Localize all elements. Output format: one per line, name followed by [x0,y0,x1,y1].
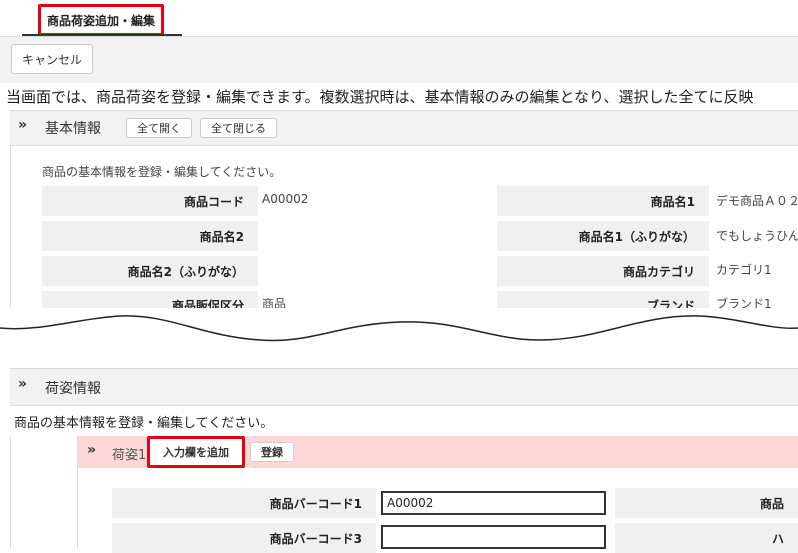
field-label-barcode1: 商品バーコード1 [112,488,376,518]
double-chevron-down-icon[interactable]: » [87,442,96,458]
register-label: 登録 [261,446,283,459]
field-label-product-name1-kana: 商品名1（ふりがな） [497,221,709,251]
field-label-product-name2-kana: 商品名2（ふりがな） [42,256,258,286]
field-label-product-category: 商品カテゴリ [497,256,709,286]
field-value-product-name1: デモ商品Ａ０２ [716,194,798,208]
add-input-label: 入力欄を追加 [163,446,229,459]
expand-all-button[interactable]: 全て開く [126,118,192,138]
barcode3-input[interactable] [381,525,606,549]
toolbar [0,36,798,83]
add-input-button[interactable]: 入力欄を追加 [147,436,245,468]
packing-left-column [10,436,78,549]
field-label-product-name2: 商品名2 [42,221,258,251]
collapse-all-button[interactable]: 全て閉じる [200,118,277,138]
packing1-title: 荷姿1 [112,448,147,463]
cancel-button[interactable]: キャンセル [11,44,93,74]
page-description: 当画面では、商品荷姿を登録・編集できます。複数選択時は、基本情報のみの編集となり… [6,88,754,106]
double-chevron-down-icon[interactable]: » [18,117,27,133]
packing-info-note: 商品の基本情報を登録・編集してください。 [14,416,274,431]
field-value-product-code: A00002 [262,192,309,206]
field-label-product-name1: 商品名1 [497,186,709,216]
barcode1-input[interactable]: A00002 [381,491,606,515]
basic-info-title: 基本情報 [45,121,101,137]
expand-all-label: 全て開く [137,122,181,135]
register-button[interactable]: 登録 [250,442,294,462]
collapse-all-label: 全て閉じる [211,122,266,135]
field-value-product-name1-kana: でもしょうひん [716,229,798,243]
tab-label: 商品荷姿追加・編集 [46,13,155,28]
section-break-wave [0,315,798,360]
field-label-product-code: 商品コード [42,186,258,216]
tab-packing-edit[interactable]: 商品荷姿追加・編集 [38,4,164,36]
packing-info-header [10,368,798,406]
double-chevron-down-icon[interactable]: » [18,376,27,392]
field-value-product-category: カテゴリ1 [716,263,772,277]
field-label-product-cut: 商品 [615,488,798,518]
packing-info-title: 荷姿情報 [45,381,101,397]
basic-info-note: 商品の基本情報を登録・編集してください。 [42,165,282,179]
cancel-button-label: キャンセル [21,52,82,67]
